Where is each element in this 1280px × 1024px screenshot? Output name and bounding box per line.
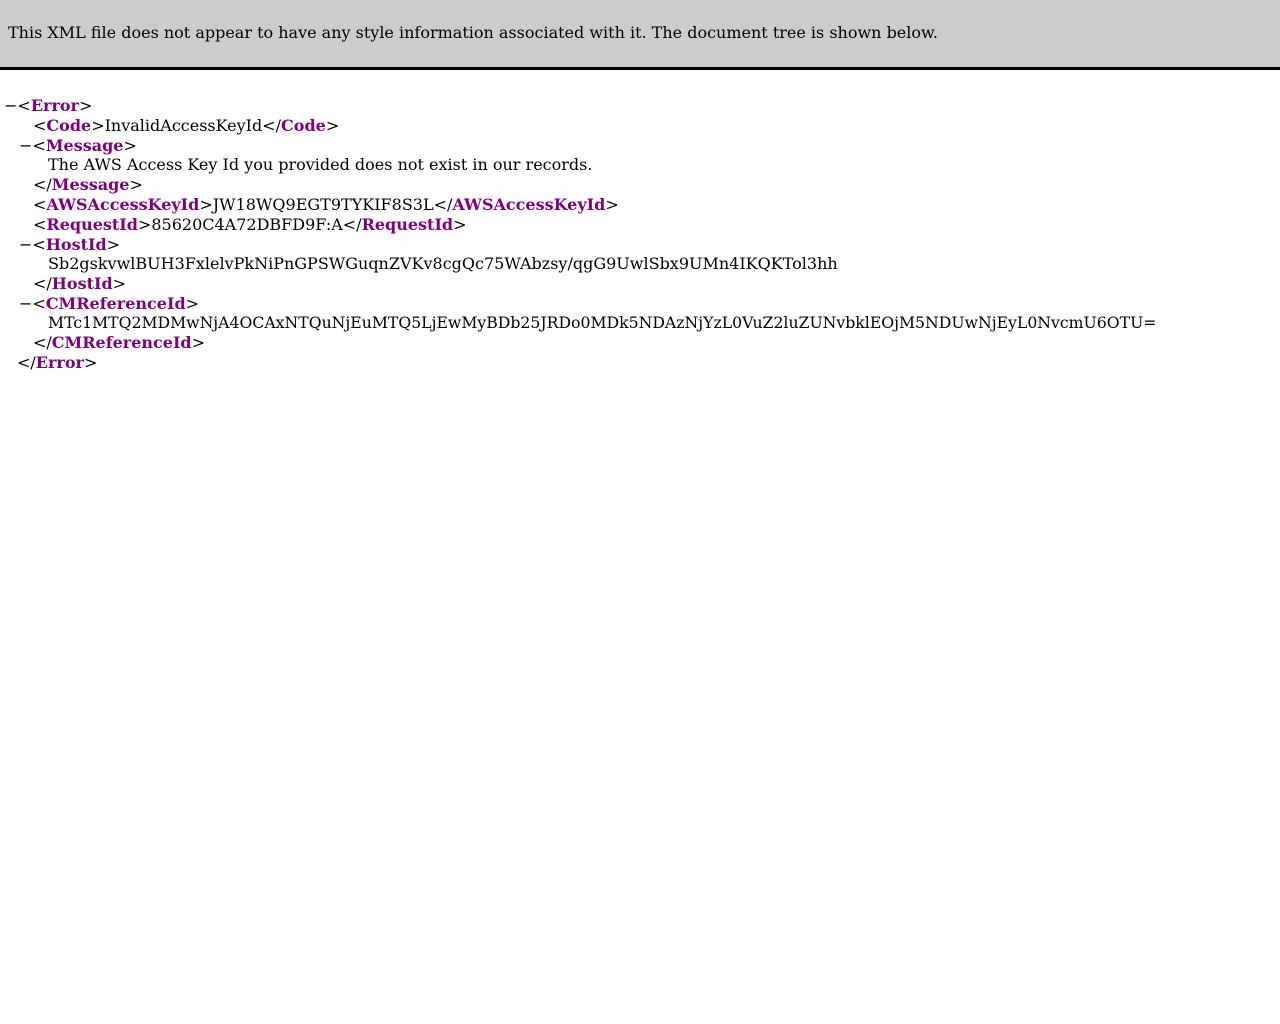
xml-info-banner: This XML file does not appear to have an…	[0, 0, 1280, 70]
request-id-element: <RequestId>85620C4A72DBFD9F:A</RequestId…	[33, 215, 467, 234]
xml-info-message: This XML file does not appear to have an…	[8, 23, 938, 42]
cm-reference-id-value: MTc1MTQ2MDMwNjA4OCAxNTQuNjEuMTQ5LjEwMyBD…	[48, 313, 1157, 332]
host-id-open-tag: −<HostId>	[19, 235, 121, 255]
message-open-tag: −<Message>	[19, 136, 137, 156]
aws-access-key-id-tag-name: AWSAccessKeyId	[46, 195, 200, 214]
message-close-tag-name: Message	[51, 175, 130, 194]
cm-reference-id-close-tag-name: CMReferenceId	[51, 333, 192, 352]
message-close-tag: </Message>	[33, 175, 143, 194]
request-id-close-tag-name: RequestId	[361, 215, 454, 234]
cm-reference-id-collapse-toggle[interactable]: −	[19, 294, 32, 314]
error-tag-name: Error	[30, 96, 79, 115]
host-id-tag-name: HostId	[45, 235, 107, 254]
code-element: <Code>InvalidAccessKeyId</Code>	[33, 116, 340, 135]
cm-reference-id-close-tag: </CMReferenceId>	[33, 333, 206, 352]
aws-access-key-id-element: <AWSAccessKeyId>JW18WQ9EGT9TYKIF8S3L</AW…	[33, 195, 619, 214]
host-id-value: Sb2gskvwlBUH3FxlelvPkNiPnGPSWGuqnZVKv8cg…	[48, 254, 838, 273]
host-id-collapse-toggle[interactable]: −	[19, 235, 32, 255]
host-id-close-tag-name: HostId	[51, 274, 113, 293]
error-collapse-toggle[interactable]: −	[4, 96, 17, 116]
error-close-tag: </Error>	[17, 353, 98, 372]
host-id-close-tag: </HostId>	[33, 274, 127, 293]
code-value: InvalidAccessKeyId	[104, 116, 263, 135]
aws-access-key-id-value: JW18WQ9EGT9TYKIF8S3L	[212, 195, 434, 214]
message-collapse-toggle[interactable]: −	[19, 136, 32, 156]
error-close-tag-name: Error	[35, 353, 84, 372]
error-open-tag: −<Error>	[4, 96, 93, 116]
cm-reference-id-open-tag: −<CMReferenceId>	[19, 294, 200, 314]
request-id-tag-name: RequestId	[46, 215, 138, 234]
code-close-tag-name: Code	[281, 116, 326, 135]
message-value: The AWS Access Key Id you provided does …	[48, 155, 593, 174]
code-tag-name: Code	[46, 116, 92, 135]
message-tag-name: Message	[45, 136, 124, 155]
cm-reference-id-tag-name: CMReferenceId	[45, 294, 186, 313]
request-id-value: 85620C4A72DBFD9F:A	[151, 215, 343, 234]
aws-access-key-id-close-tag-name: AWSAccessKeyId	[452, 195, 606, 214]
